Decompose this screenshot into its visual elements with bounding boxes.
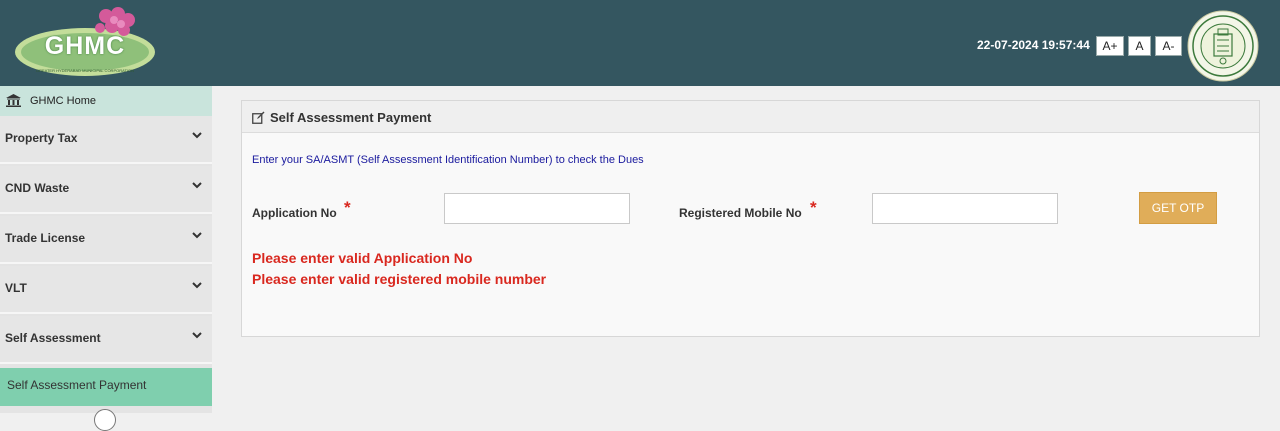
chevron-down-icon xyxy=(192,332,202,339)
sidebar-item-label: Self Assessment xyxy=(5,331,101,345)
sidebar-item-self-assessment-payment[interactable]: Self Assessment Payment xyxy=(0,368,212,406)
error-mobile-no: Please enter valid registered mobile num… xyxy=(252,271,547,287)
self-assessment-panel: Self Assessment Payment Enter your SA/AS… xyxy=(241,100,1260,337)
bank-icon xyxy=(6,94,21,107)
sidebar-item-self-assessment[interactable]: Self Assessment xyxy=(0,316,212,364)
font-reset-button[interactable]: A xyxy=(1128,36,1151,56)
font-increase-button[interactable]: A+ xyxy=(1096,36,1124,56)
government-emblem-icon xyxy=(1187,10,1259,82)
panel-title: Self Assessment Payment xyxy=(270,110,432,125)
edit-icon xyxy=(252,111,265,124)
sidebar-toggle-icon[interactable] xyxy=(94,409,116,431)
sidebar-item-label: VLT xyxy=(5,281,27,295)
sidebar-item-ghmc-home[interactable]: GHMC Home xyxy=(0,86,212,116)
sidebar-item-cnd-waste[interactable]: CND Waste xyxy=(0,166,212,214)
telangana-emblem xyxy=(1187,10,1259,82)
font-decrease-button[interactable]: A- xyxy=(1155,36,1182,56)
get-otp-button[interactable]: GET OTP xyxy=(1139,192,1217,224)
chevron-down-icon xyxy=(192,282,202,289)
sidebar-item-label: Property Tax xyxy=(5,131,78,145)
sidebar-item-label: Self Assessment Payment xyxy=(7,378,147,392)
top-header: GREATER HYDERABAD MUNICIPAL CORPORATION … xyxy=(0,0,1280,86)
sidebar-item-property-tax[interactable]: Property Tax xyxy=(0,116,212,164)
instruction-text: Enter your SA/ASMT (Self Assessment Iden… xyxy=(252,154,644,166)
chevron-down-icon xyxy=(192,182,202,189)
mobile-no-label: Registered Mobile No xyxy=(679,206,802,220)
application-no-label: Application No xyxy=(252,206,337,220)
datetime: 22-07-2024 19:57:44 xyxy=(977,38,1090,52)
required-marker: * xyxy=(810,198,817,217)
sidebar-item-label: Trade License xyxy=(5,231,86,245)
chevron-down-icon xyxy=(192,132,202,139)
error-application-no: Please enter valid Application No xyxy=(252,250,473,266)
sidebar-item-label: CND Waste xyxy=(5,181,70,195)
logo-text: GHMC xyxy=(44,32,126,60)
panel-header: Self Assessment Payment xyxy=(242,101,1259,133)
chevron-down-icon xyxy=(192,232,202,239)
application-no-input[interactable] xyxy=(444,193,630,224)
sidebar: GHMC Home Property Tax CND Waste Trade L… xyxy=(0,86,212,431)
sidebar-item-trade-license[interactable]: Trade License xyxy=(0,216,212,264)
sidebar-item-label: GHMC Home xyxy=(30,95,97,107)
mobile-no-input[interactable] xyxy=(872,193,1058,224)
sidebar-item-vlt[interactable]: VLT xyxy=(0,266,212,314)
required-marker: * xyxy=(344,198,351,217)
logo-subtext: GREATER HYDERABAD MUNICIPAL CORPORATION xyxy=(36,68,134,73)
